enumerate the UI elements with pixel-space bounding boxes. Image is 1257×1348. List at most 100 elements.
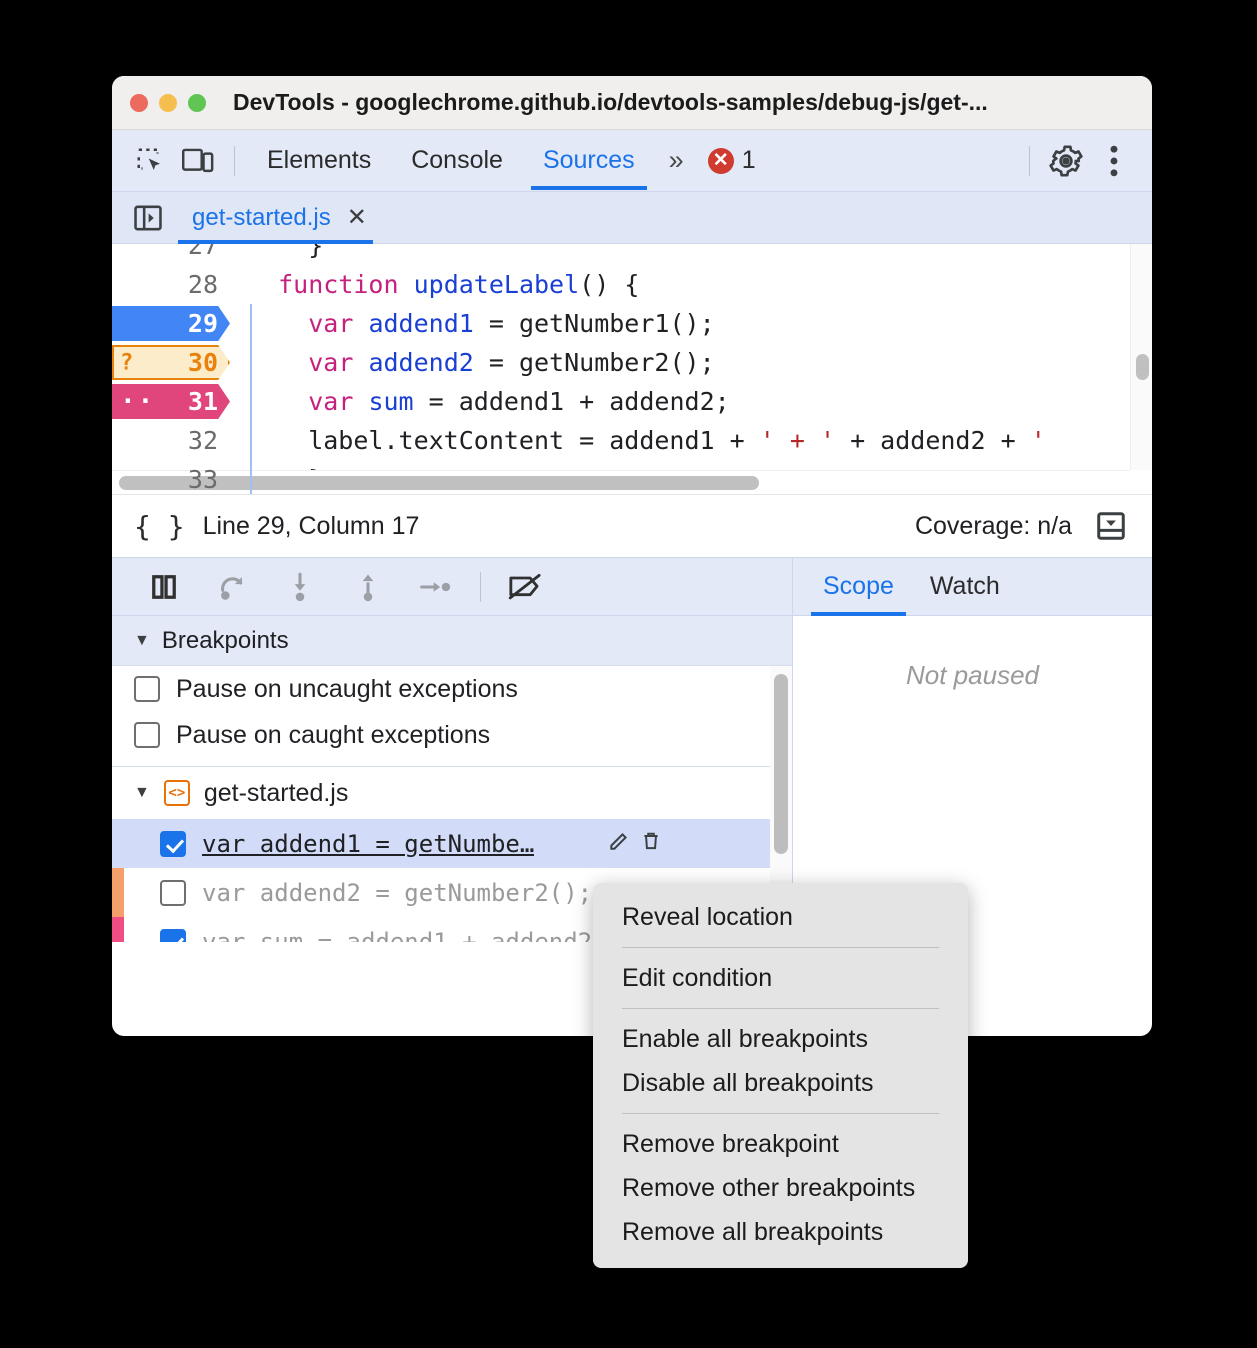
menu-separator (622, 1008, 939, 1009)
menu-item-edit-condition[interactable]: Edit condition (593, 956, 968, 1000)
show-drawer-icon[interactable] (1086, 503, 1136, 549)
tab-elements[interactable]: Elements (247, 132, 391, 190)
menu-item-remove-all-breakpoints[interactable]: Remove all breakpoints (593, 1210, 968, 1254)
menu-item-remove-other-breakpoints[interactable]: Remove other breakpoints (593, 1166, 968, 1210)
menu-separator (622, 1113, 939, 1114)
menu-item-enable-all-breakpoints[interactable]: Enable all breakpoints (593, 1017, 968, 1061)
remove-breakpoint-icon[interactable] (640, 830, 662, 857)
breakpoints-section-header[interactable]: ▼ Breakpoints (112, 616, 792, 666)
line-gutter-28[interactable]: 28 (112, 265, 232, 304)
code-line[interactable]: 27 } (112, 244, 1152, 265)
pretty-print-icon[interactable]: { } (134, 510, 185, 543)
code-text: var addend1 = getNumber1(); (308, 309, 715, 338)
breakpoint-enabled-checkbox[interactable] (160, 879, 186, 906)
js-file-icon: <> (163, 780, 190, 806)
breakpoint-enabled-checkbox[interactable] (160, 928, 186, 942)
error-badge[interactable]: ✕ 1 (707, 146, 756, 175)
checkbox[interactable] (134, 722, 160, 748)
deactivate-breakpoints-icon[interactable] (491, 562, 559, 612)
option-label: Pause on caught exceptions (176, 720, 491, 749)
line-number: 33 (187, 465, 218, 494)
more-panels-chevron-icon[interactable]: » (655, 145, 698, 176)
breakpoint-type-stripe (112, 819, 124, 868)
step-into-icon[interactable] (266, 562, 334, 612)
source-tab-get-started-js[interactable]: get-started.js ✕ (170, 192, 381, 244)
code-line[interactable]: ? 30 var addend2 = getNumber2(); (112, 343, 1152, 382)
line-gutter-27[interactable]: 27 (112, 244, 232, 265)
editor-vertical-scrollbar[interactable] (1130, 244, 1152, 470)
line-gutter-29[interactable]: 29 (112, 304, 232, 343)
breakpoint-snippet: var addend2 = getNumber2(); (202, 878, 593, 907)
line-gutter-31[interactable]: ·· 31 (112, 382, 232, 421)
code-line[interactable]: ·· 31 var sum = addend1 + addend2; (112, 382, 1152, 421)
zoom-window-button[interactable] (188, 93, 206, 112)
line-gutter-32[interactable]: 32 (112, 421, 232, 460)
minimize-window-button[interactable] (159, 93, 177, 112)
breakpoint-snippet: var sum = addend1 + addend2; (202, 927, 607, 943)
line-gutter-30[interactable]: ? 30 (112, 343, 232, 382)
breakpoint-type-stripe (112, 868, 124, 917)
error-icon: ✕ (707, 147, 734, 174)
tab-sources[interactable]: Sources (523, 132, 655, 190)
debugger-toolbar-divider (480, 571, 481, 602)
source-tab-bar: get-started.js ✕ (112, 192, 1152, 244)
breakpoint-list-item[interactable]: var addend1 = getNumbe… (112, 819, 792, 868)
tab-console[interactable]: Console (391, 132, 523, 190)
code-line[interactable]: 28 function updateLabel() { (112, 265, 1152, 304)
indent-guide (250, 304, 252, 343)
step-out-icon[interactable] (334, 562, 402, 612)
breakpoint-enabled-checkbox[interactable] (160, 830, 186, 857)
breakpoint-type-stripe (112, 917, 124, 942)
line-number: 28 (187, 270, 218, 299)
breakpoint-file-name: get-started.js (203, 778, 349, 807)
step-over-icon[interactable] (198, 562, 266, 612)
source-tab-label: get-started.js (192, 203, 331, 231)
tab-watch[interactable]: Watch (912, 558, 1018, 616)
window-title: DevTools - googlechrome.github.io/devtoo… (233, 89, 988, 115)
toolbar-divider-2 (1029, 145, 1030, 176)
editor-vertical-scroll-thumb[interactable] (1136, 354, 1149, 380)
line-number: 30 (187, 348, 218, 377)
code-text: label.textContent = addend1 + ' + ' + ad… (248, 426, 1046, 455)
menu-item-disable-all-breakpoints[interactable]: Disable all breakpoints (593, 1061, 968, 1105)
code-text: var addend2 = getNumber2(); (308, 348, 715, 377)
indent-guide (250, 460, 252, 494)
breakpoint-file-group[interactable]: ▼ <> get-started.js (112, 767, 792, 819)
device-toolbar-icon[interactable] (174, 138, 222, 184)
code-line[interactable]: 29 var addend1 = getNumber1(); (112, 304, 1152, 343)
line-number: 31 (187, 387, 218, 416)
main-toolbar: Elements Console Sources » ✕ 1 (112, 130, 1152, 192)
kebab-menu-icon[interactable] (1090, 138, 1138, 184)
breakpoint-context-menu[interactable]: Reveal location Edit condition Enable all … (593, 883, 968, 1268)
menu-item-remove-breakpoint[interactable]: Remove breakpoint (593, 1122, 968, 1166)
pause-exception-option-0[interactable]: Pause on uncaught exceptions (112, 666, 792, 712)
code-text: } (248, 244, 324, 260)
pause-exception-option-1[interactable]: Pause on caught exceptions (112, 712, 792, 758)
option-label: Pause on uncaught exceptions (176, 674, 518, 703)
gear-icon[interactable] (1042, 138, 1090, 184)
debugger-toolbar (112, 558, 792, 616)
menu-separator (622, 947, 939, 948)
indent-guide (250, 382, 252, 421)
logpoint-icon: ·· (120, 386, 156, 416)
show-navigator-icon[interactable] (126, 198, 170, 238)
code-line[interactable]: 32 label.textContent = addend1 + ' + ' +… (112, 421, 1152, 460)
scope-watch-tabs: Scope Watch (793, 558, 1152, 616)
breakpoints-scroll-thumb[interactable] (774, 674, 788, 854)
close-icon[interactable]: ✕ (347, 205, 367, 230)
checkbox[interactable] (134, 676, 160, 702)
close-window-button[interactable] (130, 93, 148, 112)
menu-item-reveal-location[interactable]: Reveal location (593, 895, 968, 939)
code-editor[interactable]: 27 } 28 function updateLabel() {29 var ad… (112, 244, 1152, 494)
editor-horizontal-scrollbar[interactable] (112, 470, 1130, 494)
line-number: 32 (187, 426, 218, 455)
step-icon[interactable] (402, 562, 470, 612)
tab-scope[interactable]: Scope (805, 558, 912, 616)
edit-breakpoint-icon[interactable] (608, 830, 630, 857)
inspect-element-icon[interactable] (126, 138, 174, 184)
coverage-status: Coverage: n/a (914, 511, 1072, 540)
breakpoint-snippet: var addend1 = getNumbe… (202, 829, 535, 858)
breakpoint-row-actions (608, 830, 662, 857)
indent-guide (250, 421, 252, 460)
pause-script-execution-icon[interactable] (130, 562, 198, 612)
